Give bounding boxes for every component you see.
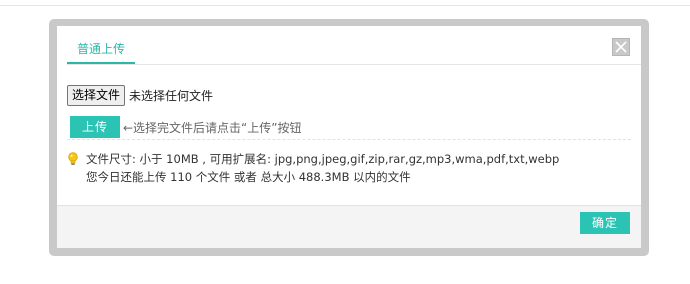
file-status-text: 未选择任何文件	[129, 89, 214, 103]
dialog-footer: 确定	[57, 205, 641, 248]
upload-dialog: 普通上传 选择文件 未选择任何文件 上传 ←选择完文件后请点击“上传”按钮 文件…	[57, 26, 641, 248]
tab-normal-upload[interactable]: 普通上传	[67, 40, 135, 64]
upload-button[interactable]: 上传	[70, 116, 120, 138]
file-input-row: 选择文件 未选择任何文件	[67, 85, 213, 106]
upload-row: 上传 ←选择完文件后请点击“上传”按钮	[67, 116, 631, 140]
upload-dialog-frame: 普通上传 选择文件 未选择任何文件 上传 ←选择完文件后请点击“上传”按钮 文件…	[49, 19, 649, 256]
upload-hint: ←选择完文件后请点击“上传”按钮	[123, 121, 302, 135]
page-top-rule	[0, 0, 690, 6]
file-limits-text: 文件尺寸: 小于 10MB , 可用扩展名: jpg,png,jpeg,gif,…	[86, 152, 560, 166]
upload-quota-text: 您今日还能上传 110 个文件 或者 总大小 488.3MB 以内的文件	[86, 170, 411, 184]
choose-file-button[interactable]: 选择文件	[67, 85, 126, 106]
confirm-button[interactable]: 确定	[580, 212, 630, 234]
close-icon	[615, 41, 627, 53]
tab-bar: 普通上传	[67, 26, 641, 65]
lightbulb-icon	[68, 152, 78, 165]
close-button[interactable]	[612, 38, 630, 56]
